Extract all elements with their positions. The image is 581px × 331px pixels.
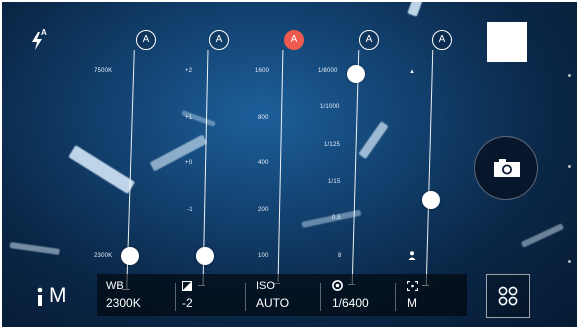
shutter-tick: 1/8000 <box>318 68 338 74</box>
flash-auto-superscript: A <box>41 28 47 37</box>
focus-icon <box>407 281 418 291</box>
wb-tick: 7500K <box>94 68 113 74</box>
wb-slider-thumb[interactable] <box>121 247 139 265</box>
shutter-tick: 8 <box>338 253 342 259</box>
camera-mode-label: M <box>49 284 67 307</box>
ev-slider-thumb[interactable] <box>196 247 214 265</box>
flash-auto-button[interactable]: A <box>30 28 52 52</box>
iso-tick: 800 <box>258 115 269 121</box>
iso-slider-track[interactable] <box>277 50 284 282</box>
bar-divider <box>245 283 246 311</box>
focus-far-icon: ▲ <box>409 69 416 75</box>
iso-tick: 1600 <box>255 68 270 74</box>
bg-light-streak <box>68 145 136 195</box>
bg-light-streak <box>407 2 431 17</box>
ev-tick: +0 <box>185 160 193 166</box>
camera-mode-button[interactable]: M <box>37 284 77 310</box>
edge-indicator-dot <box>568 260 571 263</box>
exposure-icon <box>182 281 192 291</box>
shutter-tick: 1/15 <box>328 179 341 185</box>
focus-near-person-icon <box>408 251 416 260</box>
ev-tick: +2 <box>185 68 193 74</box>
shutter-slider-thumb[interactable] <box>347 65 365 83</box>
ev-value: -2 <box>182 296 193 310</box>
camera-icon <box>494 159 520 177</box>
wb-value: 2300K <box>106 296 141 310</box>
iso-label: ISO <box>256 280 275 292</box>
wb-label: WB <box>106 280 124 292</box>
iso-tick: 400 <box>258 160 269 166</box>
edge-indicator-dot <box>568 165 571 168</box>
camera-viewfinder[interactable]: A A A A A A 7500K 2300K +2 +1 +0 -1 1600… <box>2 2 577 327</box>
gallery-thumbnail[interactable] <box>487 22 527 62</box>
shutter-auto-button[interactable]: A <box>359 30 379 50</box>
shutter-aperture-icon <box>332 280 343 291</box>
bg-light-streak <box>9 242 60 255</box>
ev-auto-button[interactable]: A <box>209 30 229 50</box>
bg-light-streak <box>520 223 565 248</box>
more-options-icon <box>37 287 43 306</box>
ev-tick: -1 <box>187 207 193 213</box>
iso-tick: 100 <box>258 253 269 259</box>
shutter-slider-track[interactable] <box>351 50 360 284</box>
wb-tick: 2300K <box>94 253 113 259</box>
bar-divider <box>175 283 176 311</box>
flash-auto-icon <box>32 32 42 50</box>
bar-divider <box>320 283 321 311</box>
bg-light-streak <box>149 134 208 172</box>
bar-divider <box>395 283 396 311</box>
ev-tick: +1 <box>185 115 193 121</box>
wb-auto-button[interactable]: A <box>136 30 156 50</box>
capture-button[interactable] <box>474 136 538 200</box>
focus-value: M <box>407 296 417 310</box>
shutter-value: 1/6400 <box>332 296 369 310</box>
bg-light-streak <box>358 121 389 160</box>
iso-tick: 200 <box>258 207 269 213</box>
focus-slider-track[interactable] <box>425 50 434 286</box>
shutter-tick: 0.5 <box>332 215 341 221</box>
shutter-tick: 1/1000 <box>320 104 340 110</box>
grid-circles-icon <box>498 286 518 306</box>
shutter-tick: 1/125 <box>324 142 341 148</box>
focus-slider-thumb[interactable] <box>422 191 440 209</box>
edge-indicator-dot <box>568 74 571 77</box>
focus-auto-button[interactable]: A <box>432 30 452 50</box>
modes-grid-button[interactable] <box>486 274 530 318</box>
iso-auto-button[interactable]: A <box>284 30 304 50</box>
iso-value: AUTO <box>256 296 290 310</box>
